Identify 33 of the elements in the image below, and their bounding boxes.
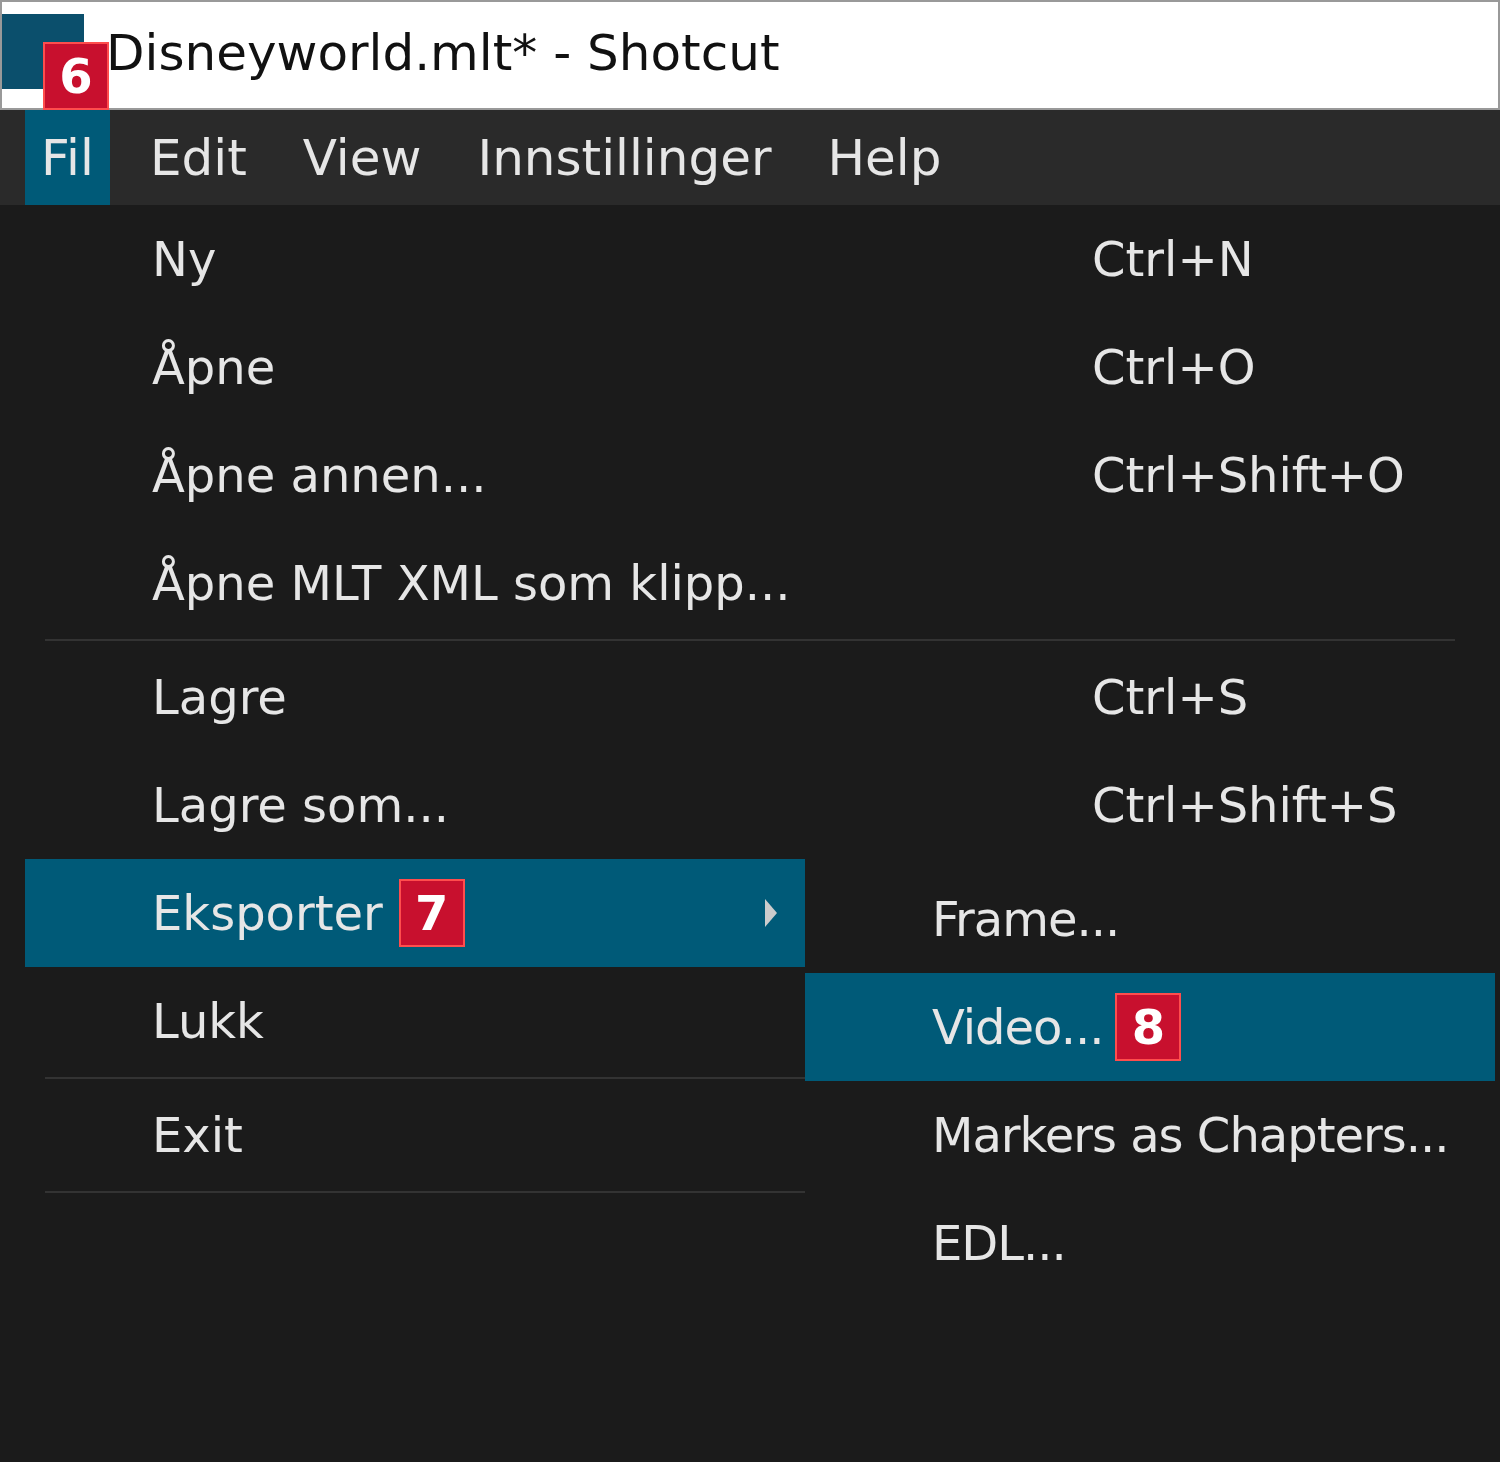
submenu-item[interactable]: Frame... [805,865,1495,973]
menu-item[interactable]: Åpne annen... Ctrl+Shift+O [25,421,1475,529]
menu-item[interactable]: Åpne MLT XML som klipp... [25,529,805,637]
submenu-item[interactable]: EDL... [805,1189,1495,1297]
menu-item[interactable]: Eksporter 7 [25,859,805,967]
menu-item[interactable]: Exit [25,1081,805,1189]
step-badge: 7 [398,879,465,947]
menu-bar-item[interactable]: View [286,110,438,205]
menu-bar-item[interactable]: Fil [25,110,110,205]
shortcut-label: Ctrl+N [1092,235,1254,283]
menu-item[interactable]: Lukk [25,967,805,1075]
shortcut-label: Ctrl+S [1092,673,1249,721]
menu-item[interactable]: Ny Ctrl+N [25,205,1475,313]
menu-item[interactable]: Lagre som... Ctrl+Shift+S [25,751,1475,859]
step-badge: 6 [43,42,109,110]
menu-bar-item[interactable]: Help [811,110,958,205]
menu-bar-item[interactable]: Edit [133,110,263,205]
menu-item-label: Exit [152,1111,243,1159]
submenu-item[interactable]: Markers as Chapters... [805,1081,1495,1189]
window-title: Disneyworld.mlt* - Shotcut [106,28,780,78]
submenu-item[interactable]: Video... 8 [805,973,1495,1081]
shortcut-label: Ctrl+Shift+O [1092,451,1405,499]
submenu-item-label: EDL... [932,1219,1066,1267]
menu-item[interactable]: Åpne Ctrl+O [25,313,1475,421]
menu-bar-item[interactable]: Innstillinger [461,110,788,205]
shortcut-label: Ctrl+O [1092,343,1256,391]
menu-item-label: Lukk [152,997,264,1045]
step-badge: 8 [1115,993,1182,1061]
shortcut-label: Ctrl+Shift+S [1092,781,1398,829]
submenu-item-label: Video... [932,1003,1104,1051]
submenu-arrow-icon [765,899,777,927]
menu-item[interactable]: Lagre Ctrl+S [25,643,1475,751]
submenu-item-label: Frame... [932,895,1120,943]
